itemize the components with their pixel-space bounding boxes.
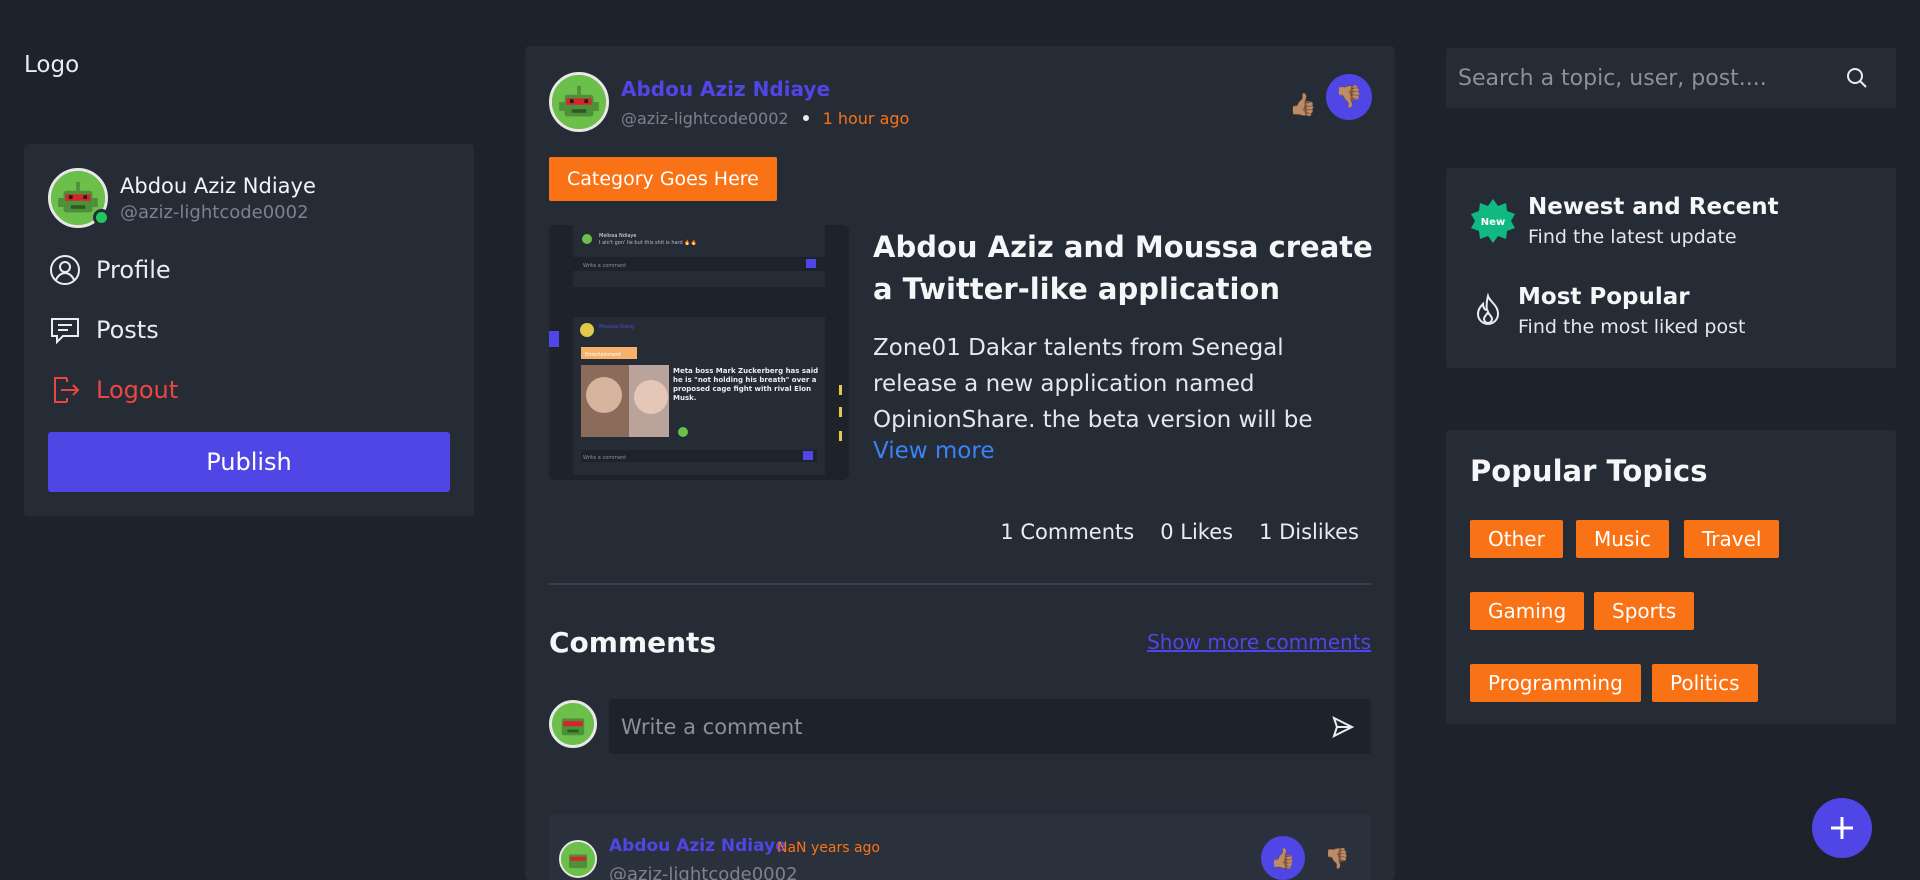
plus-icon <box>1831 817 1853 839</box>
filter-popular[interactable]: Most Popular Find the most liked post <box>1470 284 1745 338</box>
new-badge-icon: New <box>1471 199 1515 243</box>
thumbs-up-icon: 👍🏽 <box>1270 846 1296 870</box>
post-author-avatar[interactable] <box>549 72 609 132</box>
post-author-handle: @aziz-lightcode0002 <box>621 108 789 128</box>
post-stats: 1 Comments 0 Likes 1 Dislikes <box>974 520 1359 544</box>
post-timestamp: 1 hour ago <box>822 108 910 128</box>
topic-tag[interactable]: Gaming <box>1470 592 1585 630</box>
message-icon <box>48 313 82 347</box>
comment-like-button[interactable]: 👍🏽 <box>1261 836 1305 880</box>
user-header: Abdou Aziz Ndiaye @aziz-lightcode0002 <box>48 168 450 228</box>
comment-user-avatar <box>549 700 597 748</box>
topic-tag[interactable]: Travel <box>1684 520 1780 558</box>
filter-title: Most Popular <box>1518 284 1690 310</box>
post-image[interactable]: Melissa Ndiaye I ain't gon' lie but this… <box>549 225 849 480</box>
search-input[interactable] <box>1458 65 1842 91</box>
logout-icon <box>48 373 82 407</box>
comment-item: Abdou Aziz Ndiaye NaN years ago @aziz-li… <box>549 814 1371 880</box>
robot-avatar-icon <box>549 700 597 748</box>
dislikes-count: 1 Dislikes <box>1259 520 1359 544</box>
online-status-dot <box>93 209 110 226</box>
robot-avatar-icon <box>559 840 597 878</box>
filter-newest[interactable]: New Newest and Recent Find the latest up… <box>1470 194 1779 248</box>
post-body: Zone01 Dakar talents from Senegal releas… <box>873 335 1313 433</box>
new-badge-label: New <box>1481 217 1505 228</box>
post-image-label: Write a comment <box>583 263 626 269</box>
post-image-graphic: Melissa Ndiaye I ain't gon' lie but this… <box>549 225 849 480</box>
comments-heading: Comments <box>549 626 717 659</box>
view-more-link[interactable]: View more <box>873 438 994 464</box>
comment-author-name[interactable]: Abdou Aziz Ndiaye <box>609 836 787 856</box>
sidebar-item-label: Logout <box>96 376 179 404</box>
divider <box>549 583 1371 585</box>
popular-topics-heading: Popular Topics <box>1470 454 1708 488</box>
thumbs-up-icon: 👍🏽 <box>1289 92 1317 118</box>
popular-topics-card: Popular Topics Other Music Travel Gaming… <box>1446 430 1896 724</box>
post-title[interactable]: Abdou Aziz and Moussa create a Twitter-l… <box>873 226 1373 310</box>
sidebar-item-label: Profile <box>96 256 171 284</box>
filter-title: Newest and Recent <box>1528 194 1779 220</box>
user-card: Abdou Aziz Ndiaye @aziz-lightcode0002 Pr… <box>24 144 474 516</box>
post-image-headline-box: Meta boss Mark Zuckerberg has said he is… <box>673 367 819 402</box>
topic-tag[interactable]: Other <box>1470 520 1563 558</box>
category-badge[interactable]: Category Goes Here <box>549 157 777 201</box>
filter-subtitle: Find the most liked post <box>1518 316 1746 338</box>
dot-separator <box>802 115 809 121</box>
likes-count: 0 Likes <box>1160 520 1234 544</box>
comments-count: 1 Comments <box>1000 520 1135 544</box>
sidebar-item-posts[interactable]: Posts <box>48 300 450 360</box>
comment-input-box <box>609 699 1371 754</box>
publish-button[interactable]: Publish <box>48 432 450 492</box>
topic-tag[interactable]: Programming <box>1470 664 1641 702</box>
thumbs-down-icon: 👎🏽 <box>1335 84 1363 110</box>
comment-dislike-button[interactable]: 👎🏽 <box>1315 836 1359 880</box>
sidebar-nav: Profile Posts Logout <box>48 240 450 420</box>
search-icon[interactable] <box>1842 63 1872 93</box>
post-header: Abdou Aziz Ndiaye @aziz-lightcode0002 1 … <box>549 72 909 132</box>
post-author-name[interactable]: Abdou Aziz Ndiaye <box>621 77 909 101</box>
comment-input[interactable] <box>621 714 1327 739</box>
post-image-headline: Meta boss Mark Zuckerberg has said he is… <box>673 367 819 402</box>
create-post-fab[interactable] <box>1812 798 1872 858</box>
post-image-label: Entertainment <box>585 352 621 358</box>
dislike-button[interactable]: 👎🏽 <box>1326 74 1372 120</box>
like-button[interactable]: 👍🏽 <box>1280 82 1326 128</box>
user-handle: @aziz-lightcode0002 <box>120 201 309 223</box>
comment-timestamp: NaN years ago <box>777 840 880 856</box>
sidebar-item-logout[interactable]: Logout <box>48 360 450 420</box>
comment-author-avatar[interactable] <box>559 840 597 878</box>
logo[interactable]: Logo <box>24 52 79 78</box>
topic-tag[interactable]: Politics <box>1652 664 1758 702</box>
thumbs-down-icon: 👎🏽 <box>1324 846 1350 870</box>
sidebar-item-label: Posts <box>96 316 159 344</box>
filter-subtitle: Find the latest update <box>1528 226 1737 248</box>
show-more-comments-link[interactable]: Show more comments <box>1147 630 1371 654</box>
avatar[interactable] <box>48 168 110 228</box>
comment-author-handle: @aziz-lightcode0002 <box>609 864 798 880</box>
post-image-label: Write a comment <box>583 455 626 461</box>
search-box <box>1446 48 1896 108</box>
user-name[interactable]: Abdou Aziz Ndiaye <box>120 174 316 198</box>
topic-tag[interactable]: Music <box>1576 520 1669 558</box>
flame-icon <box>1476 293 1500 325</box>
user-circle-icon <box>48 253 82 287</box>
send-icon[interactable] <box>1327 711 1359 743</box>
sidebar-item-profile[interactable]: Profile <box>48 240 450 300</box>
robot-avatar-icon <box>549 72 609 132</box>
post-image-label: Moussa Dieng <box>599 324 634 330</box>
post-card: Abdou Aziz Ndiaye @aziz-lightcode0002 1 … <box>525 46 1395 880</box>
topic-tag[interactable]: Sports <box>1594 592 1695 630</box>
post-image-label: Melissa Ndiaye <box>599 233 636 239</box>
post-image-label: I ain't gon' lie but this shit is hard 🔥… <box>599 239 697 246</box>
filter-card: New Newest and Recent Find the latest up… <box>1446 168 1896 368</box>
